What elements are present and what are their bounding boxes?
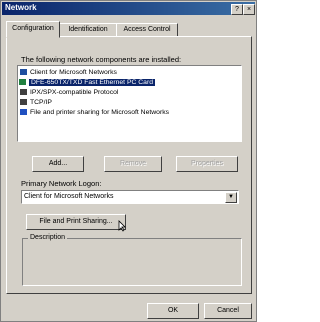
components-heading: The following network components are ins… <box>21 55 182 64</box>
network-dialog: Network ? × Configuration Identification… <box>0 0 257 322</box>
description-legend: Description <box>28 234 68 241</box>
list-item[interactable]: IPX/SPX-compatible Protocol <box>20 88 118 97</box>
components-list[interactable]: Client for Microsoft Networks DFE-650TX/… <box>17 65 242 142</box>
tab-access-control[interactable]: Access Control <box>116 23 178 37</box>
dropdown-arrow-icon[interactable]: ▼ <box>225 192 237 203</box>
client-icon <box>20 69 27 76</box>
protocol-icon <box>20 89 27 96</box>
tab-configuration[interactable]: Configuration <box>6 21 60 38</box>
primary-logon-label: Primary Network Logon: <box>21 179 102 188</box>
list-item[interactable]: Client for Microsoft Networks <box>20 68 117 77</box>
cancel-button[interactable]: Cancel <box>204 303 252 319</box>
primary-logon-select[interactable]: Client for Microsoft Networks ▼ <box>21 190 239 204</box>
list-item[interactable]: File and printer sharing for Microsoft N… <box>20 108 169 117</box>
tab-identification[interactable]: Identification <box>59 23 117 37</box>
close-button[interactable]: × <box>243 4 255 15</box>
window-title: Network <box>5 3 37 12</box>
title-bar[interactable]: Network ? × <box>2 2 255 15</box>
description-group: Description <box>22 234 242 286</box>
protocol-icon <box>20 99 27 106</box>
primary-logon-value: Client for Microsoft Networks <box>24 193 114 200</box>
adapter-icon <box>19 79 26 86</box>
help-button[interactable]: ? <box>231 4 243 15</box>
service-icon <box>20 109 27 116</box>
list-item[interactable]: TCP/IP <box>20 98 52 107</box>
file-print-sharing-button[interactable]: File and Print Sharing... <box>26 214 126 230</box>
mouse-cursor-icon <box>118 220 126 232</box>
remove-button[interactable]: Remove <box>104 156 162 172</box>
add-button[interactable]: Add... <box>32 156 84 172</box>
ok-button[interactable]: OK <box>147 303 199 319</box>
properties-button[interactable]: Properties <box>176 156 238 172</box>
list-item[interactable]: DFE-650TX/TXD Fast Ethernet PC Card <box>19 78 156 87</box>
